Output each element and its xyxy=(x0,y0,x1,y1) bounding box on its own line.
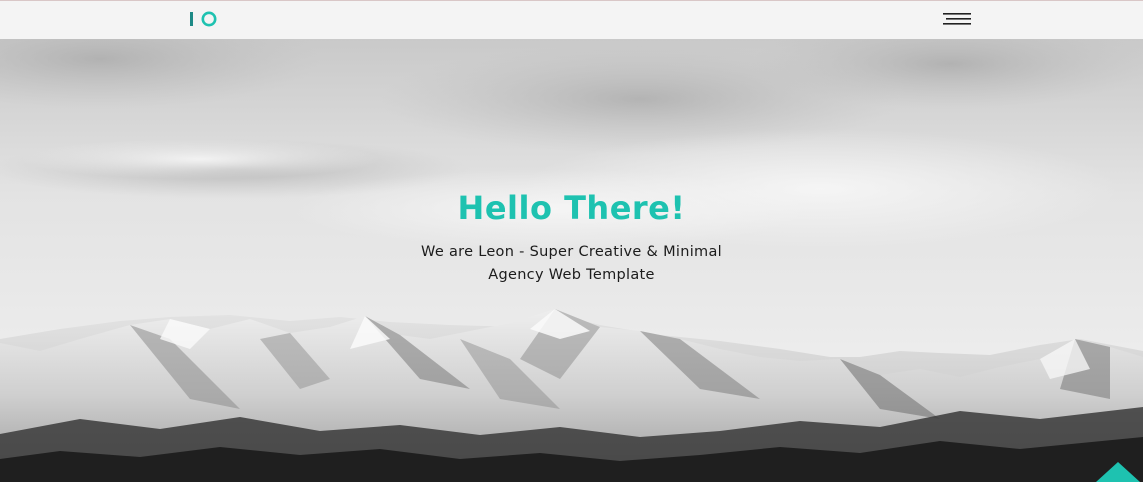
hero-title: Hello There! xyxy=(457,189,686,227)
hamburger-icon[interactable] xyxy=(943,11,971,27)
hero-subtitle-line1: We are Leon - Super Creative & Minimal xyxy=(421,244,722,260)
scroll-to-top-button[interactable] xyxy=(1094,460,1142,482)
hero-subtitle: We are Leon - Super Creative & Minimal A… xyxy=(0,241,1143,287)
logo-ring xyxy=(201,11,217,27)
site-header xyxy=(0,0,1143,39)
logo-bar xyxy=(190,12,193,26)
page: Hello There! We are Leon - Super Creativ… xyxy=(0,0,1143,482)
hero-subtitle-line2: Agency Web Template xyxy=(488,267,655,283)
arrow-up-icon xyxy=(1096,462,1140,482)
logo[interactable] xyxy=(190,11,222,27)
hero-section: Hello There! We are Leon - Super Creativ… xyxy=(0,39,1143,482)
